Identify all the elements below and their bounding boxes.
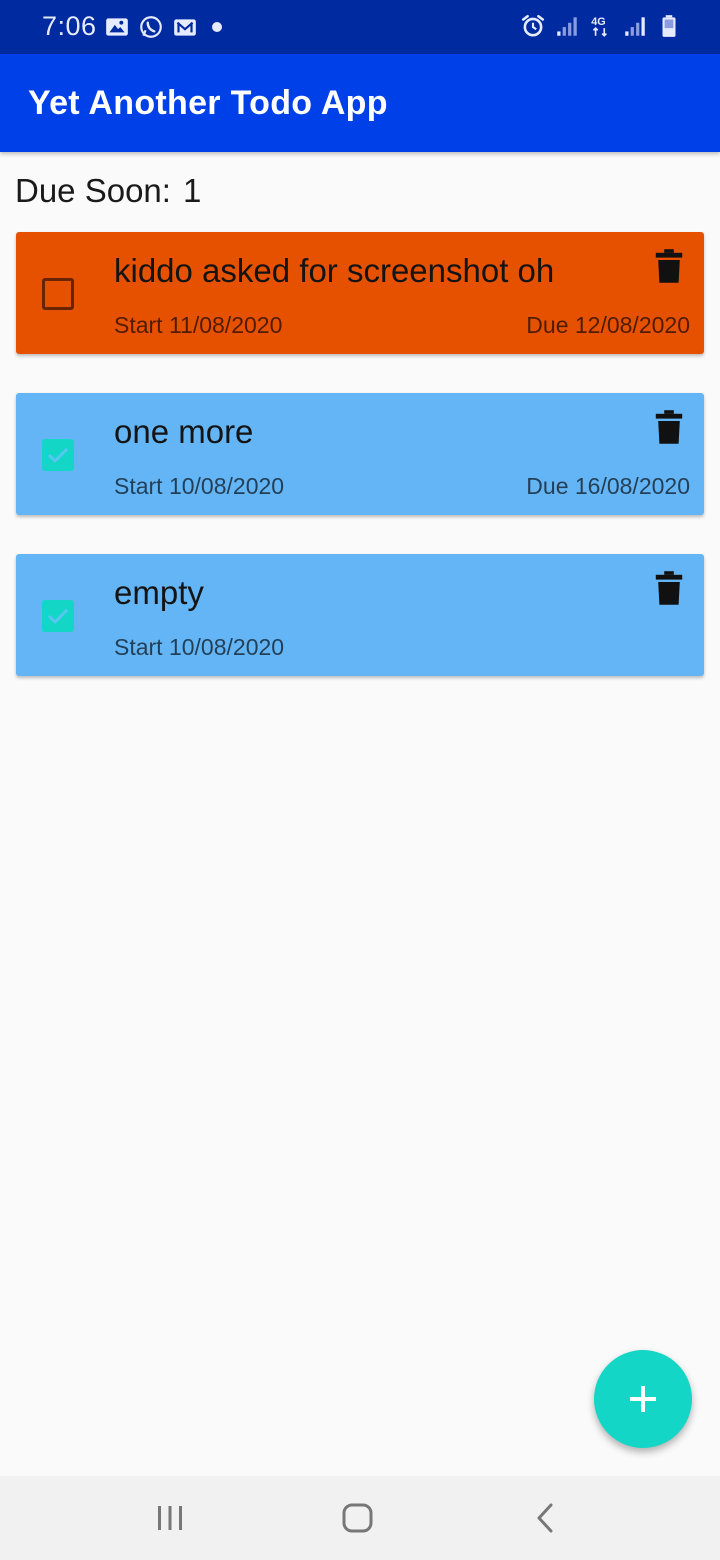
check-icon	[47, 447, 69, 464]
home-button[interactable]	[338, 1498, 378, 1538]
todo-checkbox[interactable]	[42, 600, 74, 632]
todo-checkbox[interactable]	[42, 278, 74, 310]
todo-start-date: Start 10/08/2020	[114, 473, 285, 499]
app-bar: Yet Another Todo App	[0, 54, 720, 152]
todo-card[interactable]: kiddo asked for screenshot oh Start 11/0…	[16, 232, 704, 354]
alarm-icon	[520, 13, 546, 39]
todo-card[interactable]: one more Start 10/08/2020 Due 16/08/2020	[16, 393, 704, 515]
signal-icon	[622, 13, 648, 39]
todo-start-date: Start 10/08/2020	[114, 634, 285, 660]
add-todo-button[interactable]	[594, 1350, 692, 1448]
battery-icon	[656, 13, 682, 39]
todo-due-date: Due 12/08/2020	[526, 312, 690, 338]
home-icon	[342, 1503, 373, 1533]
dot-icon	[212, 22, 222, 32]
plus-icon	[630, 1386, 656, 1412]
recents-button[interactable]	[150, 1498, 190, 1538]
todo-title: one more	[114, 413, 254, 450]
todo-due-date: Due 16/08/2020	[526, 473, 690, 499]
due-soon-summary: Due Soon: 1	[15, 172, 201, 210]
notification-icons	[104, 14, 222, 40]
signal-icon	[554, 13, 580, 39]
navigation-bar	[0, 1476, 720, 1560]
check-icon	[47, 608, 69, 625]
gmail-icon	[172, 14, 198, 40]
back-icon	[537, 1503, 553, 1533]
svg-text:4G: 4G	[591, 16, 605, 28]
delete-icon[interactable]	[654, 248, 684, 284]
todo-card[interactable]: empty Start 10/08/2020	[16, 554, 704, 676]
whatsapp-icon	[138, 14, 164, 40]
todo-title: empty	[114, 574, 204, 611]
delete-icon[interactable]	[654, 409, 684, 445]
due-soon-count: 1	[182, 172, 202, 209]
todo-checkbox[interactable]	[42, 439, 74, 471]
todo-start-date: Start 11/08/2020	[114, 312, 283, 338]
image-icon	[104, 14, 130, 40]
back-button[interactable]	[526, 1498, 566, 1538]
todo-title: kiddo asked for screenshot oh	[114, 252, 555, 289]
delete-icon[interactable]	[654, 570, 684, 606]
status-bar: 7:06 4G	[0, 0, 720, 54]
due-soon-label: Due Soon:	[15, 172, 171, 209]
system-status-icons: 4G	[520, 13, 682, 39]
4g-icon: 4G	[588, 13, 614, 39]
status-time: 7:06	[42, 11, 97, 41]
app-title: Yet Another Todo App	[28, 84, 388, 122]
recents-icon	[158, 1506, 182, 1530]
